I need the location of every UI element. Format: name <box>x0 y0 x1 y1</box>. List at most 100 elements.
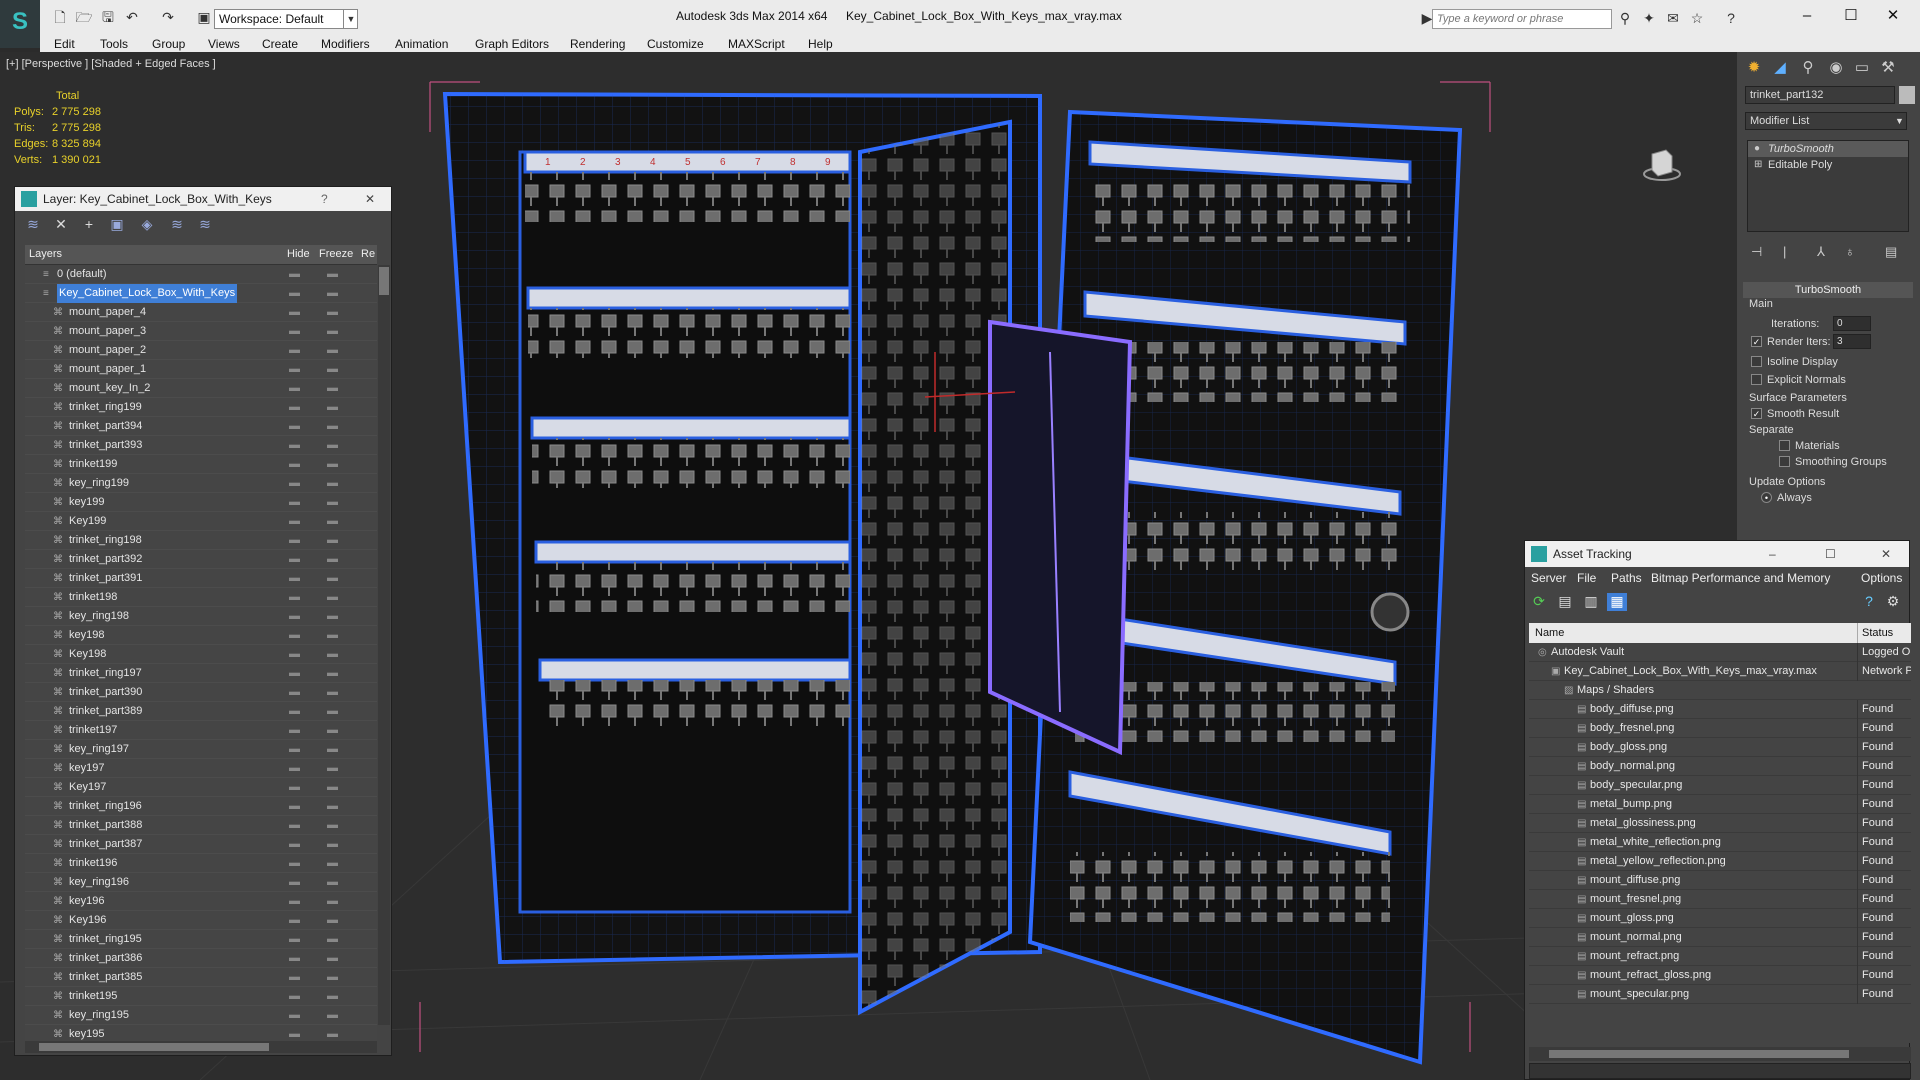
expand-icon[interactable]: ⊞ <box>1754 157 1762 173</box>
object-row[interactable]: ⌘ trinket197 ▬ ▬ <box>25 721 377 740</box>
hide-toggle[interactable]: ▬ <box>289 892 300 911</box>
freeze-toggle[interactable]: ▬ <box>327 911 338 930</box>
freeze-toggle[interactable]: ▬ <box>327 949 338 968</box>
utilities-tab-icon[interactable]: ⚒ <box>1877 58 1899 78</box>
freeze-all-icon[interactable]: ≋ <box>195 216 215 234</box>
settings-icon[interactable]: ⚙ <box>1883 593 1903 611</box>
menu-animation[interactable]: Animation <box>395 36 448 52</box>
add-to-layer-icon[interactable]: + <box>79 216 99 234</box>
asset-row[interactable]: ▤ metal_glossiness.png Found <box>1529 814 1911 833</box>
show-end-result-icon[interactable]: | <box>1783 244 1786 259</box>
hide-toggle[interactable]: ▬ <box>289 322 300 341</box>
hide-toggle[interactable]: ▬ <box>289 493 300 512</box>
vertical-scrollbar[interactable] <box>378 265 390 1025</box>
horizontal-scrollbar[interactable] <box>25 1041 377 1053</box>
viewcube-icon[interactable] <box>1642 144 1682 184</box>
object-row[interactable]: ⌘ trinket_ring198 ▬ ▬ <box>25 531 377 550</box>
layer-row[interactable]: ≡ 0 (default) ▬ ▬ <box>25 265 377 284</box>
object-row[interactable]: ⌘ trinket_part392 ▬ ▬ <box>25 550 377 569</box>
layer-row[interactable]: ≡ Key_Cabinet_Lock_Box_With_Keys ▬ ▬ <box>25 284 377 303</box>
freeze-column[interactable]: Freeze <box>319 248 353 260</box>
project-folder-icon[interactable]: ▣ <box>194 8 214 26</box>
asset-row[interactable]: ▣ Key_Cabinet_Lock_Box_With_Keys_max_vray… <box>1529 662 1911 681</box>
menu-tools[interactable]: Tools <box>100 36 128 52</box>
hide-toggle[interactable]: ▬ <box>289 949 300 968</box>
object-row[interactable]: ⌘ trinket_part394 ▬ ▬ <box>25 417 377 436</box>
freeze-toggle[interactable]: ▬ <box>327 645 338 664</box>
asset-row[interactable]: ▤ mount_refract.png Found <box>1529 947 1911 966</box>
always-radio[interactable]: • <box>1761 492 1772 503</box>
hide-toggle[interactable]: ▬ <box>289 797 300 816</box>
object-row[interactable]: ⌘ mount_paper_4 ▬ ▬ <box>25 303 377 322</box>
scrollbar-thumb[interactable] <box>379 267 389 295</box>
hide-toggle[interactable]: ▬ <box>289 702 300 721</box>
maximize-icon[interactable]: ☐ <box>1834 4 1868 28</box>
freeze-toggle[interactable]: ▬ <box>327 303 338 322</box>
hide-toggle[interactable]: ▬ <box>289 550 300 569</box>
refresh-icon[interactable]: ⟳ <box>1529 593 1549 611</box>
asset-row[interactable]: ▤ mount_diffuse.png Found <box>1529 871 1911 890</box>
save-file-icon[interactable]: 🖫 <box>98 8 118 26</box>
asset-row[interactable]: ▤ body_diffuse.png Found <box>1529 700 1911 719</box>
hide-toggle[interactable]: ▬ <box>289 664 300 683</box>
hide-toggle[interactable]: ▬ <box>289 569 300 588</box>
freeze-toggle[interactable]: ▬ <box>327 816 338 835</box>
hide-toggle[interactable]: ▬ <box>289 588 300 607</box>
freeze-toggle[interactable]: ▬ <box>327 569 338 588</box>
hide-toggle[interactable]: ▬ <box>289 265 300 284</box>
object-row[interactable]: ⌘ Key198 ▬ ▬ <box>25 645 377 664</box>
chevron-down-icon[interactable]: ▼ <box>343 9 358 29</box>
object-row[interactable]: ⌘ key196 ▬ ▬ <box>25 892 377 911</box>
menu-modifiers[interactable]: Modifiers <box>321 36 370 52</box>
workspace-dropdown[interactable]: Workspace: Default <box>214 9 358 29</box>
freeze-toggle[interactable]: ▬ <box>327 1006 338 1025</box>
asset-row[interactable]: ▤ metal_white_reflection.png Found <box>1529 833 1911 852</box>
freeze-toggle[interactable]: ▬ <box>327 360 338 379</box>
object-row[interactable]: ⌘ key199 ▬ ▬ <box>25 493 377 512</box>
asset-row[interactable]: ▨ Maps / Shaders <box>1529 681 1911 700</box>
object-row[interactable]: ⌘ trinket_part388 ▬ ▬ <box>25 816 377 835</box>
hide-toggle[interactable]: ▬ <box>289 341 300 360</box>
object-name-field[interactable]: trinket_part132 <box>1745 86 1895 104</box>
object-row[interactable]: ⌘ mount_paper_1 ▬ ▬ <box>25 360 377 379</box>
hide-toggle[interactable]: ▬ <box>289 398 300 417</box>
freeze-toggle[interactable]: ▬ <box>327 759 338 778</box>
object-row[interactable]: ⌘ trinket199 ▬ ▬ <box>25 455 377 474</box>
name-column[interactable]: Name <box>1535 623 1564 643</box>
delete-layer-icon[interactable]: ✕ <box>51 216 71 234</box>
freeze-toggle[interactable]: ▬ <box>327 417 338 436</box>
chevron-down-icon[interactable]: ▼ <box>1895 112 1904 130</box>
freeze-toggle[interactable]: ▬ <box>327 987 338 1006</box>
subscription-icon[interactable]: ✦ <box>1640 9 1658 27</box>
help-icon[interactable]: ? <box>1722 9 1740 27</box>
menu-rendering[interactable]: Rendering <box>570 36 625 52</box>
freeze-toggle[interactable]: ▬ <box>327 398 338 417</box>
freeze-toggle[interactable]: ▬ <box>327 512 338 531</box>
create-layer-icon[interactable]: ≋ <box>23 216 43 234</box>
freeze-toggle[interactable]: ▬ <box>327 322 338 341</box>
materials-checkbox[interactable] <box>1779 440 1790 451</box>
explicit-normals-checkbox[interactable] <box>1751 374 1762 385</box>
menu-options[interactable]: Options <box>1861 571 1902 585</box>
select-objects-icon[interactable]: ▣ <box>107 216 127 234</box>
render-column[interactable]: Re <box>361 248 375 260</box>
object-row[interactable]: ⌘ key_ring196 ▬ ▬ <box>25 873 377 892</box>
hide-toggle[interactable]: ▬ <box>289 455 300 474</box>
menu-group[interactable]: Group <box>152 36 185 52</box>
list-view-icon[interactable]: ▤ <box>1555 593 1575 611</box>
horizontal-scrollbar[interactable] <box>1529 1047 1911 1061</box>
highlight-layer-icon[interactable]: ◈ <box>137 216 157 234</box>
asset-row[interactable]: ▤ body_normal.png Found <box>1529 757 1911 776</box>
render-iters-spinner[interactable]: 3 <box>1833 334 1871 349</box>
open-file-icon[interactable]: 🗁 <box>74 8 94 26</box>
object-row[interactable]: ⌘ Key196 ▬ ▬ <box>25 911 377 930</box>
object-row[interactable]: ⌘ trinket_ring196 ▬ ▬ <box>25 797 377 816</box>
object-color-swatch[interactable] <box>1899 86 1915 104</box>
freeze-toggle[interactable]: ▬ <box>327 588 338 607</box>
asset-window-titlebar[interactable]: Asset Tracking – ☐ ✕ <box>1525 541 1909 567</box>
freeze-toggle[interactable]: ▬ <box>327 607 338 626</box>
hide-toggle[interactable]: ▬ <box>289 930 300 949</box>
iterations-spinner[interactable]: 0 <box>1833 316 1871 331</box>
hide-toggle[interactable]: ▬ <box>289 759 300 778</box>
freeze-toggle[interactable]: ▬ <box>327 341 338 360</box>
